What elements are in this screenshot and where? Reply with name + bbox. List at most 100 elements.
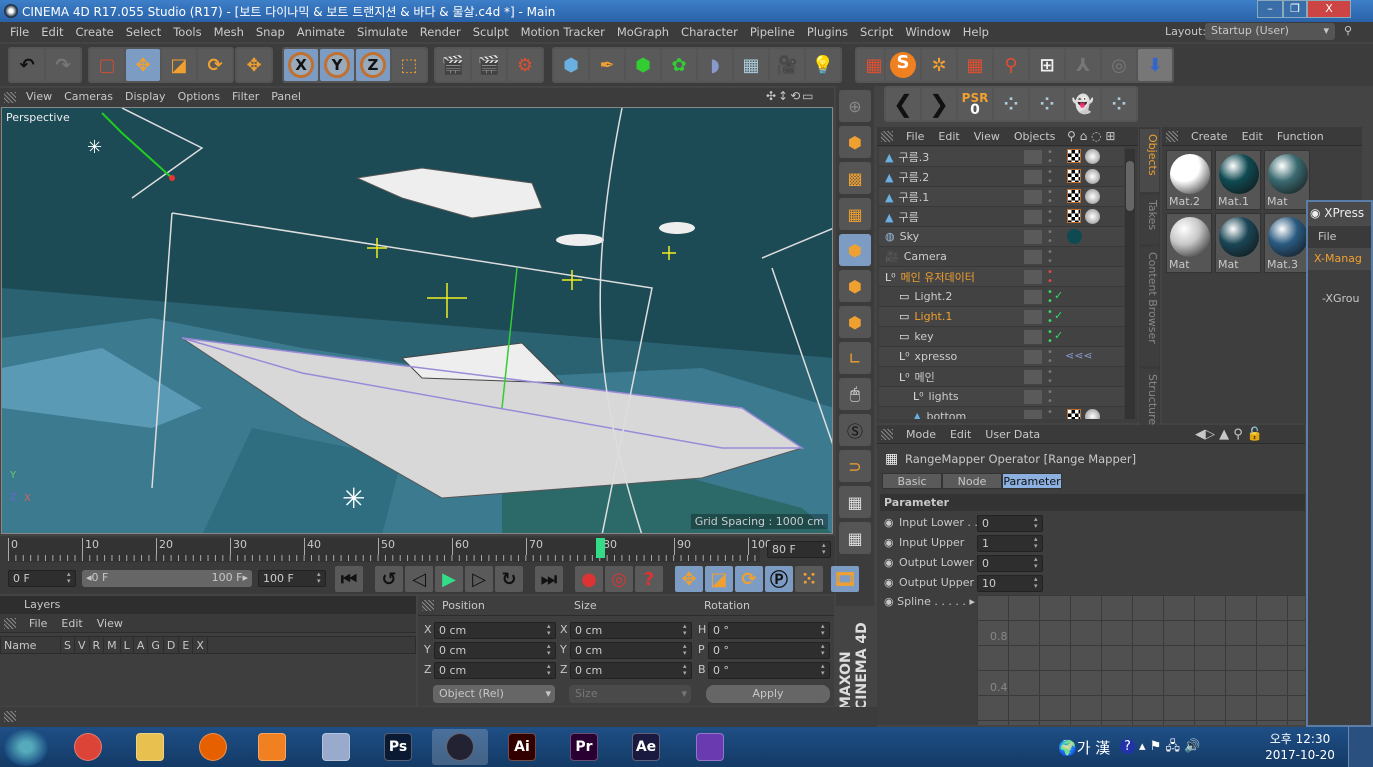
visibility-dots-icon[interactable]: •• [1047, 408, 1053, 420]
menu-animate[interactable]: Animate [291, 22, 351, 42]
prev-frame-button[interactable]: ◁ [405, 566, 433, 592]
menu-select[interactable]: Select [120, 22, 167, 42]
om-menu-file[interactable]: File [899, 130, 931, 143]
taskbar-aftereffects[interactable]: Ae [618, 729, 674, 765]
viewport-menu-panel[interactable]: Panel [265, 88, 307, 107]
next-key-button[interactable]: ↻ [495, 566, 523, 592]
om-menu-view[interactable]: View [967, 130, 1007, 143]
object-row[interactable]: ▲ 구름.2 • • [879, 167, 1124, 187]
previous-button[interactable]: ❮ [886, 88, 920, 120]
tab-node[interactable]: Node [942, 473, 1002, 489]
visibility-dots-icon[interactable]: •• [1047, 348, 1053, 367]
volume-icon[interactable]: 🔊 [1184, 739, 1200, 754]
goto-end-button[interactable]: ⏭ [535, 566, 563, 592]
tweak-mode-button[interactable]: 🖱 [839, 378, 871, 410]
menu-render[interactable]: Render [414, 22, 467, 42]
recent-tool-button[interactable]: ✥ [237, 49, 271, 81]
xpresso-group-item[interactable]: -XGrou [1308, 288, 1371, 305]
menu-pipeline[interactable]: Pipeline [744, 22, 801, 42]
sphere-tag-icon[interactable] [1085, 149, 1100, 164]
am-menu-mode[interactable]: Mode [899, 428, 943, 441]
menu-character[interactable]: Character [675, 22, 744, 42]
viewport-nav-icons[interactable]: ✣↕⟲▭ [766, 89, 816, 103]
object-row[interactable]: ▲ 구름.1 • • [879, 187, 1124, 207]
mm-menu-edit[interactable]: Edit [1235, 130, 1270, 143]
rotation-field[interactable]: 0 ° [708, 642, 830, 659]
menu-snap[interactable]: Snap [250, 22, 291, 42]
param-radio[interactable]: ◉ [884, 516, 894, 529]
y-axis-lock-button[interactable]: Y [320, 49, 354, 81]
material-tag-icon[interactable] [1067, 229, 1082, 244]
mm-menu-function[interactable]: Function [1270, 130, 1331, 143]
network-icon[interactable]: 🖧 [1166, 739, 1181, 754]
param-radio[interactable]: ◉ [884, 576, 894, 589]
side-tab-takes[interactable]: Takes [1140, 195, 1159, 244]
menu-create[interactable]: Create [70, 22, 120, 42]
deform-group-button[interactable]: ⁘ [1030, 88, 1064, 120]
texture-mode-button[interactable]: ▩ [839, 162, 871, 194]
taskbar-illustrator[interactable]: Ai [494, 729, 550, 765]
record-key-button[interactable]: ● [575, 566, 603, 592]
undo-button[interactable]: ↶ [10, 49, 44, 81]
texture-tag-icon[interactable] [1067, 189, 1081, 203]
visibility-dots-icon[interactable]: •• [1047, 388, 1053, 407]
end-frame-field[interactable]: 100 F [258, 570, 326, 587]
tab-basic[interactable]: Basic [882, 473, 942, 489]
cube-group-button[interactable]: ⁘ [1102, 88, 1136, 120]
axis-mode-button[interactable]: ∟ [839, 342, 871, 374]
sphere-tag-icon[interactable] [1085, 409, 1100, 419]
coordinate-mode-dropdown[interactable]: Object (Rel) ▾ [433, 685, 555, 703]
menu-motion-tracker[interactable]: Motion Tracker [515, 22, 611, 42]
search-object-button[interactable]: ⚲ [994, 49, 1028, 81]
lm-menu-file[interactable]: File [22, 617, 54, 630]
timeline-button[interactable]: 🎞 [831, 566, 859, 592]
rotate-tool[interactable]: ⟳ [198, 49, 232, 81]
render-picture-viewer-button[interactable]: 🎬 [472, 49, 506, 81]
light-button[interactable]: 💡 [806, 49, 840, 81]
am-nav-icons[interactable]: ◀▷ ▲ ⚲ 🔓 [1195, 427, 1263, 442]
visibility-dots-icon[interactable]: •• [1047, 148, 1053, 167]
om-search-icon[interactable]: ⚲ ⌂ ◌ ⊞ [1067, 129, 1115, 143]
object-row[interactable]: L⁰ lights • • [879, 387, 1124, 407]
size-mode-dropdown[interactable]: Size ▾ [569, 685, 691, 703]
next-frame-button[interactable]: ▷ [465, 566, 493, 592]
menu-tools[interactable]: Tools [167, 22, 207, 42]
texture-tag-icon[interactable] [1067, 149, 1081, 163]
x-axis-lock-button[interactable]: X [284, 49, 318, 81]
size-field[interactable]: 0 cm [570, 622, 692, 639]
menu-script[interactable]: Script [854, 22, 899, 42]
move-tool[interactable]: ✥ [126, 49, 160, 81]
taskbar-visualstudio[interactable] [682, 729, 738, 765]
param-radio[interactable]: ◉ [884, 556, 894, 569]
ime-indicator[interactable]: 🌍가 漢 [1058, 737, 1110, 758]
am-menu-edit[interactable]: Edit [943, 428, 978, 441]
start-frame-field[interactable]: 0 F [8, 570, 76, 587]
psr-button[interactable]: PSR 0 [958, 88, 992, 120]
subdivision-button[interactable]: ⬢ [626, 49, 660, 81]
xpresso-file-menu[interactable]: File [1308, 226, 1371, 248]
timeline[interactable]: 0 10 20 30 40 50 60 70 80 90 100 80 F [0, 536, 835, 564]
edges-mode-button[interactable]: ⬢ [839, 270, 871, 302]
object-row[interactable]: ▭ key • • ✓ [879, 327, 1124, 347]
taskbar-premiere[interactable]: Pr [556, 729, 612, 765]
visibility-dots-icon[interactable]: •• [1047, 308, 1053, 327]
tab-parameter[interactable]: Parameter [1002, 473, 1062, 489]
material-swatch[interactable]: Mat [1215, 213, 1261, 273]
material-swatch[interactable]: Mat.1 [1215, 150, 1261, 210]
object-row[interactable]: ◍ Sky • • [879, 227, 1124, 247]
object-row[interactable]: L⁰ 메인 유저데이터 • • [879, 267, 1124, 287]
enabled-check-icon[interactable]: ✓ [1054, 289, 1063, 302]
object-row[interactable]: ▲ 구름.3 • • [879, 147, 1124, 167]
visibility-dots-icon[interactable]: •• [1047, 208, 1053, 227]
sphere-tag-icon[interactable] [1085, 169, 1100, 184]
viewport-menu-cameras[interactable]: Cameras [58, 88, 119, 107]
menu-edit[interactable]: Edit [35, 22, 69, 42]
menu-file[interactable]: File [4, 22, 35, 42]
keyframe-selection-button[interactable]: ? [635, 566, 663, 592]
enabled-check-icon[interactable]: ✓ [1054, 309, 1063, 322]
om-menu-objects[interactable]: Objects [1007, 130, 1063, 143]
snap-toggle-button[interactable]: ⊃ [839, 450, 871, 482]
show-desktop-button[interactable] [1348, 727, 1373, 767]
render-region-button-2[interactable]: ▦ [958, 49, 992, 81]
lm-menu-view[interactable]: View [90, 617, 130, 630]
